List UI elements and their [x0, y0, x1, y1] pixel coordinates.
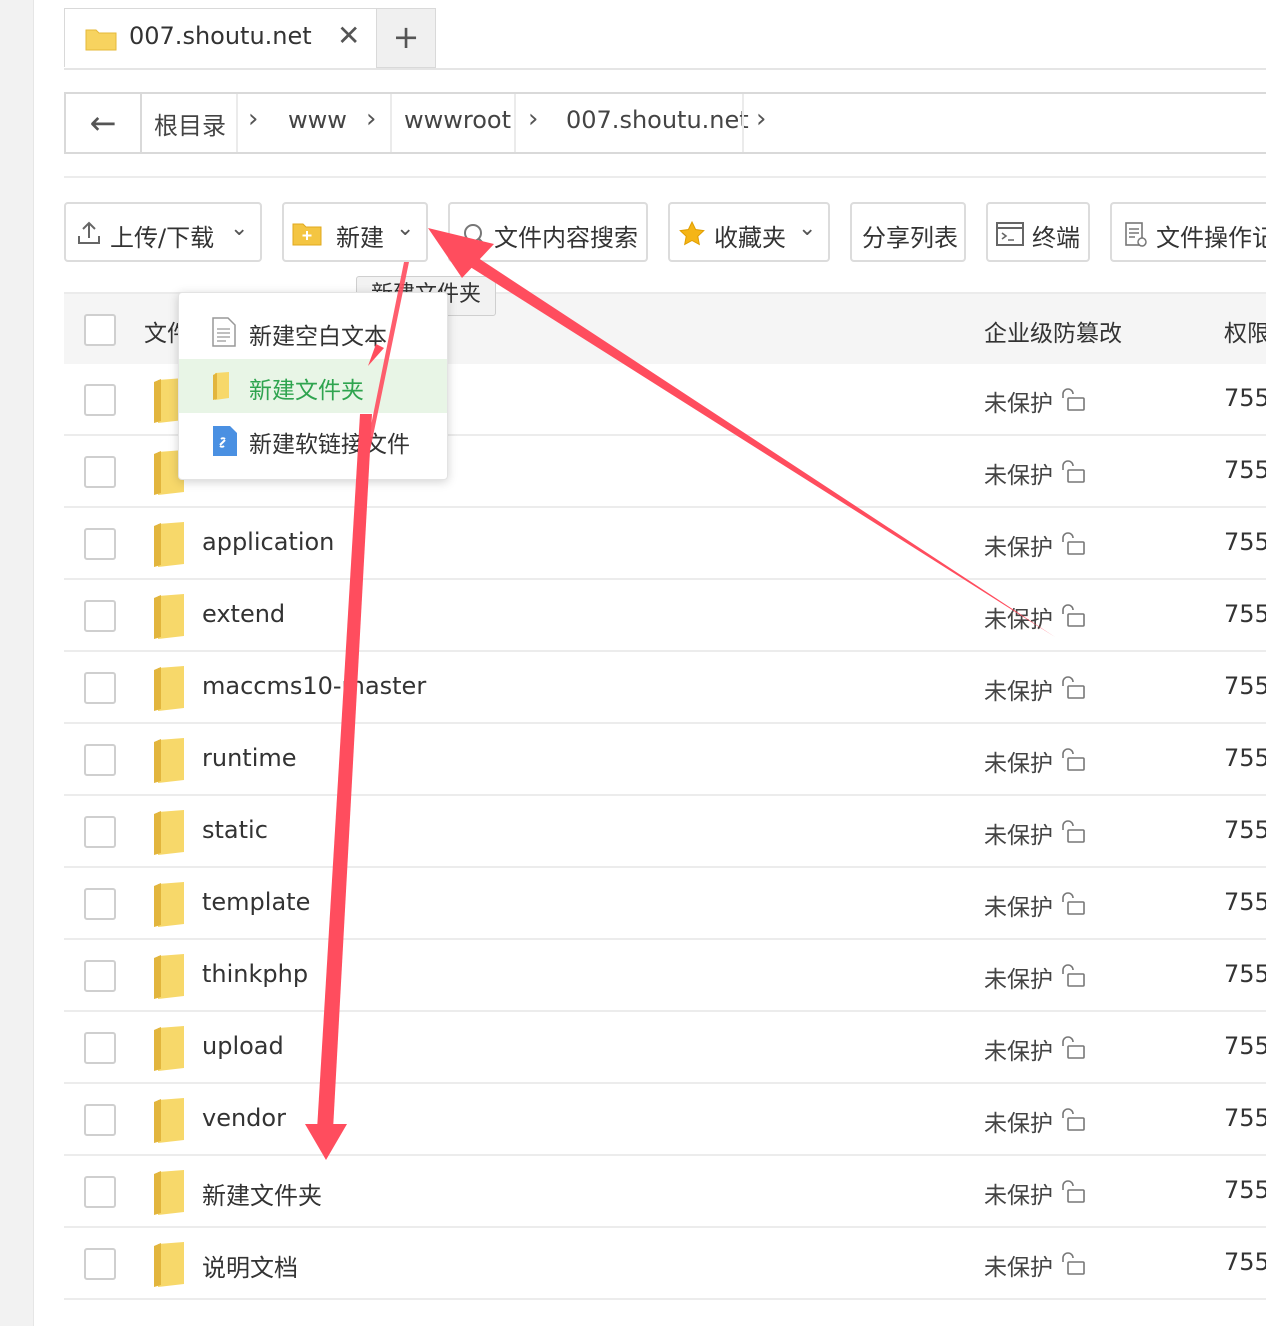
annotation-arrows — [305, 228, 1055, 1160]
annotation-arrowhead — [305, 1124, 347, 1160]
annotation-arrow-shaft — [317, 414, 372, 1130]
annotation-arrowhead — [368, 344, 384, 366]
annotation-arrow-to-new-button — [456, 248, 1055, 637]
